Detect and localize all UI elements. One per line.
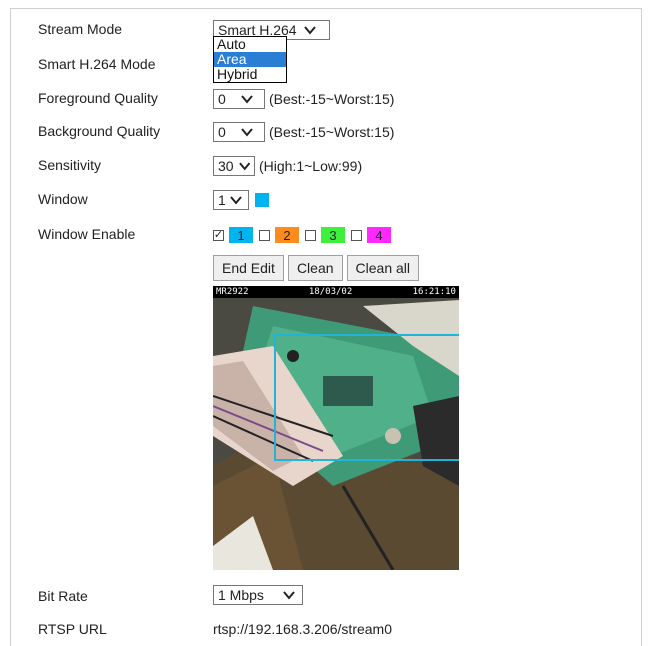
- window-color-swatch: [255, 193, 269, 207]
- window-value: 1: [218, 192, 226, 208]
- osd-time: 16:21:10: [412, 287, 456, 297]
- window-2-badge: 2: [275, 227, 299, 243]
- video-osd: MR2922 18/03/02 16:21:10: [213, 286, 459, 298]
- window-3-badge: 3: [321, 227, 345, 243]
- chevron-down-icon: [283, 591, 295, 600]
- rtsp-url-label: RTSP URL: [38, 621, 107, 637]
- window-1-checkbox[interactable]: ✓: [213, 229, 224, 241]
- bit-rate-label: Bit Rate: [38, 588, 88, 604]
- window-2-checkbox[interactable]: [259, 229, 270, 241]
- window-enable-label: Window Enable: [38, 226, 136, 242]
- option-hybrid[interactable]: Hybrid: [214, 67, 286, 82]
- chevron-down-icon: [241, 128, 253, 137]
- sensitivity-label: Sensitivity: [38, 157, 102, 173]
- option-auto[interactable]: Auto: [214, 37, 286, 52]
- window-4-badge: 4: [367, 227, 391, 243]
- window-label: Window: [38, 191, 88, 207]
- background-quality-select[interactable]: 0: [213, 122, 265, 142]
- sensitivity-select[interactable]: 30: [213, 156, 255, 176]
- background-quality-label: Background Quality: [38, 123, 161, 139]
- osd-camera: MR2922: [216, 287, 249, 297]
- stream-mode-label: Stream Mode: [38, 21, 123, 37]
- sensitivity-value: 30: [218, 158, 234, 174]
- clean-button[interactable]: Clean: [287, 255, 343, 281]
- chevron-down-icon: [230, 196, 242, 205]
- chevron-down-icon: [238, 162, 250, 171]
- clean-all-button[interactable]: Clean all: [346, 255, 420, 281]
- end-edit-button[interactable]: End Edit: [213, 255, 284, 281]
- osd-date: 18/03/02: [308, 287, 353, 297]
- bit-rate-value: 1 Mbps: [218, 587, 264, 603]
- sensitivity-hint: (High:1~Low:99): [259, 158, 363, 174]
- window-4-checkbox[interactable]: [351, 229, 362, 241]
- window-1-badge: 1: [229, 227, 253, 243]
- foreground-quality-select[interactable]: 0: [213, 89, 265, 109]
- window-select[interactable]: 1: [213, 190, 249, 210]
- smart-h264-mode-label: Smart H.264 Mode: [38, 56, 156, 72]
- foreground-quality-hint: (Best:-15~Worst:15): [269, 91, 395, 107]
- bit-rate-select[interactable]: 1 Mbps: [213, 585, 303, 605]
- window-3-checkbox[interactable]: [305, 229, 316, 241]
- smart-h264-mode-dropdown[interactable]: Auto Area Hybrid: [213, 36, 287, 83]
- foreground-quality-value: 0: [218, 91, 226, 107]
- video-preview[interactable]: MR2922 18/03/02 16:21:10: [213, 286, 459, 570]
- chevron-down-icon: [241, 95, 253, 104]
- rtsp-url-value: rtsp://192.168.3.206/stream0: [213, 621, 392, 637]
- roi-window-1[interactable]: [274, 334, 459, 461]
- background-quality-hint: (Best:-15~Worst:15): [269, 124, 395, 140]
- chevron-down-icon: [303, 26, 316, 35]
- background-quality-value: 0: [218, 124, 226, 140]
- option-area[interactable]: Area: [214, 52, 286, 67]
- foreground-quality-label: Foreground Quality: [38, 90, 158, 106]
